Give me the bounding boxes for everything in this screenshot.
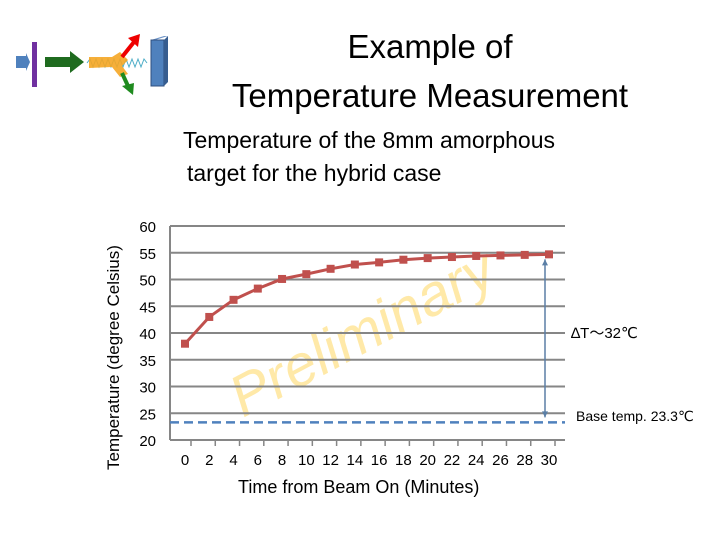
base-temp-annotation: Base temp. 23.3℃: [576, 408, 694, 424]
x-tick-label: 2: [205, 452, 213, 469]
data-point: [520, 250, 529, 259]
x-tick-label: 22: [444, 452, 461, 469]
x-tick-label: 0: [181, 452, 189, 469]
data-point: [181, 339, 189, 348]
y-tick-label: 60: [139, 219, 156, 236]
data-point: [375, 258, 384, 267]
data-point: [472, 251, 481, 260]
data-point: [253, 284, 262, 293]
slide: Example of Temperature Measurement Tempe…: [0, 0, 720, 540]
data-point: [447, 253, 456, 262]
data-point: [302, 270, 311, 279]
x-tick-label: 10: [298, 452, 315, 469]
x-tick-label: 20: [419, 452, 436, 469]
data-point: [278, 274, 287, 283]
data-point: [205, 312, 214, 321]
y-tick-label: 20: [139, 433, 156, 450]
data-point: [326, 264, 335, 273]
data-point: [545, 250, 553, 259]
line-chart: Preliminary2025303540455055600 2 4 6 8 10 12 14…: [139, 219, 565, 469]
x-tick-label: 18: [395, 452, 412, 469]
data-point: [229, 295, 238, 304]
x-tick-label: 4: [229, 452, 237, 469]
x-tick-label: 24: [468, 452, 485, 469]
y-tick-label: 55: [139, 246, 156, 263]
y-tick-label: 35: [139, 353, 156, 370]
y-tick-label: 45: [139, 299, 156, 316]
y-tick-label: 25: [139, 406, 156, 423]
x-tick-label: 6: [254, 452, 262, 469]
x-tick-label: 30: [541, 452, 558, 469]
y-tick-label: 40: [139, 326, 156, 343]
data-point: [399, 255, 408, 264]
data-point: [350, 260, 359, 269]
arrow-head-bottom: [542, 411, 548, 418]
delta-t-annotation: ∆T～32℃: [571, 325, 638, 342]
data-point: [423, 254, 432, 263]
x-tick-label: 26: [492, 452, 509, 469]
x-tick-label: 12: [322, 452, 339, 469]
y-tick-label: 50: [139, 273, 156, 290]
x-tick-label: 8: [278, 452, 286, 469]
y-tick-label: 30: [139, 380, 156, 397]
x-tick-label: 16: [371, 452, 388, 469]
x-tick-label: 28: [516, 452, 533, 469]
arrow-head-top: [542, 259, 548, 266]
x-tick-label: 14: [347, 452, 364, 469]
data-point: [496, 251, 505, 260]
